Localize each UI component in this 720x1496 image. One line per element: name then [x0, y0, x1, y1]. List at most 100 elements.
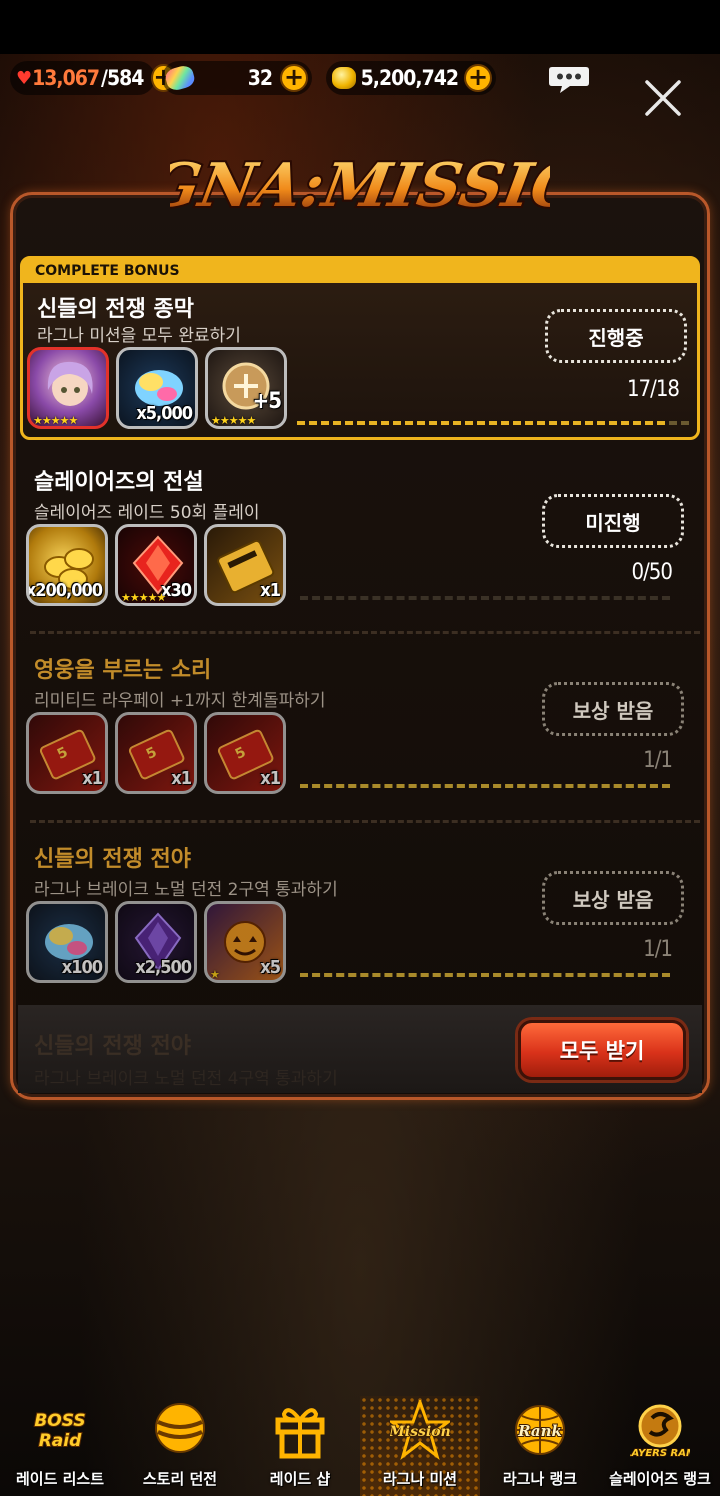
reward-claimed-button[interactable]: 보상 받음 — [542, 682, 684, 736]
reward-pumpkin-ticket[interactable]: x5 ★ — [204, 901, 286, 983]
star-rating: ★★★★★ — [33, 414, 78, 427]
reward-gem[interactable]: x100 — [26, 901, 108, 983]
mission-progress: 0/50 — [631, 560, 673, 585]
ghost-mission-title: 신들의 전쟁 전야 — [34, 1034, 191, 1059]
gem-value: 32 — [247, 66, 273, 90]
reward-qty: x5 — [260, 957, 281, 978]
chat-icon[interactable] — [548, 64, 590, 94]
reward-qty: x1 — [260, 768, 281, 789]
progress-bar — [300, 973, 670, 977]
progress-bar — [300, 596, 670, 600]
nav-ragna-rank[interactable]: Rank 라그나 랭크 — [480, 1396, 600, 1496]
nav-slayers-rank[interactable]: SLAYERS RANK 슬레이어즈 랭크 — [600, 1396, 720, 1496]
nav-raid-shop[interactable]: 레이드 샵 — [240, 1396, 360, 1496]
mission-progress: 17/18 — [626, 377, 680, 402]
reward-qty: x100 — [61, 957, 103, 978]
svg-text:BOSS: BOSS — [34, 1411, 85, 1431]
reward-qty: x2,500 — [135, 957, 192, 978]
reward-gold-ticket[interactable]: x1 — [204, 524, 286, 606]
svg-text:Rank: Rank — [517, 1422, 562, 1440]
reward-qty: x5,000 — [136, 403, 193, 424]
gold-coin-icon — [332, 67, 356, 89]
heart-icon: ♥ — [16, 67, 33, 89]
ragna-mission-logo: RAGNA:MISSION — [170, 148, 550, 222]
story-orb-icon — [155, 1403, 205, 1453]
reward-red-ticket[interactable]: 5 x1 — [26, 712, 108, 794]
mission-title: 영웅을 부르는 소리 — [34, 658, 212, 683]
reward-qty: +5 — [252, 389, 282, 414]
bottom-nav: BOSS Raid 레이드 리스트 스토리 던전 레이드 샵 Mission 라… — [0, 1396, 720, 1496]
progress-bar — [297, 421, 689, 425]
gift-box-icon — [275, 1408, 325, 1459]
mission-title: 신들의 전쟁 종막 — [37, 297, 194, 322]
reward-qty: x1 — [260, 580, 281, 601]
gold-value: 5,200,742 — [360, 66, 459, 90]
ghost-mission-desc: 라그나 브레이크 노멀 던전 4구역 통과하기 — [34, 1069, 338, 1089]
nav-ragna-mission[interactable]: Mission 라그나 미션 — [360, 1396, 480, 1496]
mission-title: 신들의 전쟁 전야 — [34, 847, 191, 872]
complete-bonus-label: COMPLETE BONUS — [23, 259, 697, 283]
reward-qty: x1 — [82, 768, 103, 789]
reward-gold[interactable]: x200,000 — [26, 524, 108, 606]
row-divider — [30, 631, 700, 634]
mission-progress: 1/1 — [643, 748, 673, 773]
mission-complete-bonus: COMPLETE BONUS 신들의 전쟁 종막 라그나 미션을 모두 완료하기… — [20, 256, 700, 440]
mission-desc: 라그나 브레이크 노멀 던전 2구역 통과하기 — [34, 880, 338, 900]
rank-globe-icon: Rank — [515, 1405, 565, 1455]
reward-red-ticket[interactable]: 5 x1 — [204, 712, 286, 794]
nav-label: 라그나 미션 — [382, 1470, 458, 1488]
reward-red-ticket[interactable]: 5 x1 — [115, 712, 197, 794]
progress-bar — [300, 784, 670, 788]
mission-desc: 리미티드 라우페이 +1까지 한계돌파하기 — [34, 691, 326, 711]
reward-qty: x1 — [171, 768, 192, 789]
slayers-rank-icon: SLAYERS RANK — [630, 1404, 690, 1460]
reward-claimed-button[interactable]: 보상 받음 — [542, 871, 684, 925]
reward-qty: x200,000 — [26, 580, 103, 601]
reward-enhance[interactable]: +5 ★★★★★ — [205, 347, 287, 429]
nav-label: 레이드 샵 — [269, 1470, 331, 1488]
star-rating: ★★★★★ — [121, 591, 166, 604]
star-rating: ★ — [210, 968, 220, 981]
mission-slayers-legend: 슬레이어즈의 전설 슬레이어즈 레이드 50회 플레이 미진행 0/50 x20… — [20, 448, 700, 628]
mission-star-icon: Mission — [390, 1400, 450, 1460]
svg-text:RAGNA:MISSION: RAGNA:MISSION — [170, 150, 550, 220]
stamina-counter: ♥ 13,067 /584 + — [10, 61, 176, 95]
add-gem-button[interactable]: + — [280, 64, 308, 92]
progress-fill — [297, 421, 666, 425]
gold-counter: 5,200,742 + — [326, 61, 496, 95]
svg-text:Raid: Raid — [39, 1431, 82, 1451]
star-rating: ★★★★★ — [211, 414, 256, 427]
status-not-started-button[interactable]: 미진행 — [542, 494, 684, 548]
mission-progress: 1/1 — [643, 937, 673, 962]
svg-text:Mission: Mission — [390, 1424, 450, 1440]
reward-red-crystal[interactable]: x30 ★★★★★ — [115, 524, 197, 606]
stamina-current: 13,067 — [32, 66, 100, 90]
add-gold-button[interactable]: + — [464, 64, 492, 92]
nav-label: 레이드 리스트 — [15, 1470, 105, 1488]
mission-war-eve: 신들의 전쟁 전야 라그나 브레이크 노멀 던전 2구역 통과하기 보상 받음 … — [20, 825, 700, 1005]
close-icon[interactable] — [643, 78, 683, 118]
reward-purple-crystal[interactable]: x2,500 — [115, 901, 197, 983]
mission-hero-call: 영웅을 부르는 소리 리미티드 라우페이 +1까지 한계돌파하기 보상 받음 1… — [20, 636, 700, 816]
nav-label: 슬레이어즈 랭크 — [609, 1470, 711, 1488]
nav-raid-list[interactable]: BOSS Raid 레이드 리스트 — [0, 1396, 120, 1496]
claim-all-button[interactable]: 모두 받기 — [518, 1020, 686, 1080]
gem-icon — [163, 63, 197, 93]
reward-hero[interactable]: ★★★★★ — [27, 347, 109, 429]
nav-label: 스토리 던전 — [142, 1470, 218, 1488]
status-in-progress-button[interactable]: 진행중 — [545, 309, 687, 363]
svg-text:SLAYERS RANK: SLAYERS RANK — [630, 1448, 690, 1459]
progress-fill — [300, 973, 670, 977]
reward-qty: x30 — [161, 580, 192, 601]
mission-desc: 라그나 미션을 모두 완료하기 — [37, 326, 241, 346]
gem-counter: 32 + — [162, 61, 312, 95]
stamina-max: /584 — [101, 66, 144, 90]
mission-title: 슬레이어즈의 전설 — [34, 470, 204, 495]
mission-desc: 슬레이어즈 레이드 50회 플레이 — [34, 503, 260, 523]
status-bar — [0, 0, 720, 54]
reward-gem[interactable]: x5,000 — [116, 347, 198, 429]
progress-fill — [300, 784, 670, 788]
row-divider — [30, 820, 700, 823]
boss-raid-icon: BOSS Raid — [33, 1410, 86, 1452]
nav-story-dungeon[interactable]: 스토리 던전 — [120, 1396, 240, 1496]
